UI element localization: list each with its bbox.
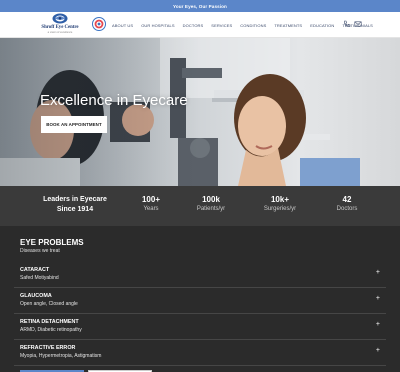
nav-services[interactable]: SERVICES — [211, 23, 232, 28]
stat-doctors: 42 Doctors — [322, 195, 372, 214]
stats-heading: Leaders in Eyecare Since 1914 — [30, 195, 120, 215]
accordion-title: GLAUCOMA — [20, 293, 52, 299]
expand-plus-icon[interactable]: + — [376, 347, 380, 354]
stat-label: Years — [143, 206, 159, 212]
stat-years: 100+ Years — [126, 195, 176, 214]
brand-tagline: a vision of excellence — [47, 31, 73, 34]
accordion-item-retina-detachment[interactable]: RETINA DETACHMENT ARMD, Diabetic retinop… — [14, 314, 386, 340]
announcement-bar: Your Eyes, Our Passion — [0, 0, 400, 12]
accordion-description: Safed Motiyabind — [20, 275, 59, 281]
stat-patients: 100k Patients/yr — [186, 195, 236, 214]
announcement-text: Your Eyes, Our Passion — [173, 3, 227, 9]
accordion-title: REFRACTIVE ERROR — [20, 345, 76, 351]
nav-our-hospitals[interactable]: OUR HOSPITALS — [141, 23, 174, 28]
section-subtitle: Diseases we treat — [20, 248, 60, 254]
hero-photo — [0, 38, 400, 186]
accordion-item-cataract[interactable]: CATARACT Safed Motiyabind + — [14, 262, 386, 288]
phone-icon[interactable] — [343, 20, 351, 28]
accordion-title: RETINA DETACHMENT — [20, 319, 79, 325]
brand-name: Shroff Eye Centre — [41, 25, 79, 30]
accordion-item-refractive-error[interactable]: REFRACTIVE ERROR Myopia, Hypermetropia, … — [14, 340, 386, 366]
accordion-title: CATARACT — [20, 267, 50, 273]
expand-plus-icon[interactable]: + — [376, 321, 380, 328]
accordion-description: ARMD, Diabetic retinopathy — [20, 327, 82, 333]
nav-doctors[interactable]: DOCTORS — [183, 23, 204, 28]
stat-value: 100+ — [141, 195, 161, 204]
nav-about-us[interactable]: ABOUT US — [112, 23, 133, 28]
accreditation-badge-icon — [92, 17, 106, 31]
nav-conditions[interactable]: CONDITIONS — [240, 23, 266, 28]
nav-treatments[interactable]: TREATMENTS — [274, 23, 302, 28]
expand-plus-icon[interactable]: + — [376, 295, 380, 302]
nav-education[interactable]: EDUCATION — [310, 23, 334, 28]
expand-plus-icon[interactable]: + — [376, 269, 380, 276]
stats-heading-line1: Leaders in Eyecare — [43, 196, 107, 203]
email-icon[interactable] — [354, 20, 362, 28]
stats-heading-line2: Since 1914 — [56, 206, 94, 213]
book-appointment-button[interactable]: BOOK AN APPOINTMENT — [41, 116, 107, 133]
stat-label: Patients/yr — [196, 206, 226, 212]
main-header: Shroff Eye Centre a vision of excellence… — [0, 12, 400, 38]
stat-value: 100k — [202, 195, 220, 204]
stat-value: 42 — [342, 195, 352, 204]
hero-banner: Excellence in Eyecare BOOK AN APPOINTMEN… — [0, 38, 400, 186]
stats-band: Leaders in Eyecare Since 1914 100+ Years… — [0, 186, 400, 226]
stat-surgeries: 10k+ Surgeries/yr — [255, 195, 305, 214]
stat-value: 10k+ — [270, 195, 290, 204]
accordion-item-glaucoma[interactable]: GLAUCOMA Open angle, Closed angle + — [14, 288, 386, 314]
accordion-description: Myopia, Hypermetropia, Astigmatism — [20, 353, 102, 359]
accordion-description: Open angle, Closed angle — [20, 301, 78, 307]
eye-logo-icon — [52, 13, 68, 24]
stat-label: Doctors — [336, 206, 358, 212]
eye-problems-section: EYE PROBLEMS Diseases we treat CATARACT … — [0, 226, 400, 372]
site-logo[interactable]: Shroff Eye Centre a vision of excellence — [40, 13, 80, 37]
main-navigation: ABOUT US OUR HOSPITALS DOCTORS SERVICES … — [112, 12, 381, 38]
hero-title: Excellence in Eyecare — [40, 92, 188, 109]
section-title: EYE PROBLEMS — [20, 238, 84, 247]
stat-label: Surgeries/yr — [263, 206, 297, 212]
